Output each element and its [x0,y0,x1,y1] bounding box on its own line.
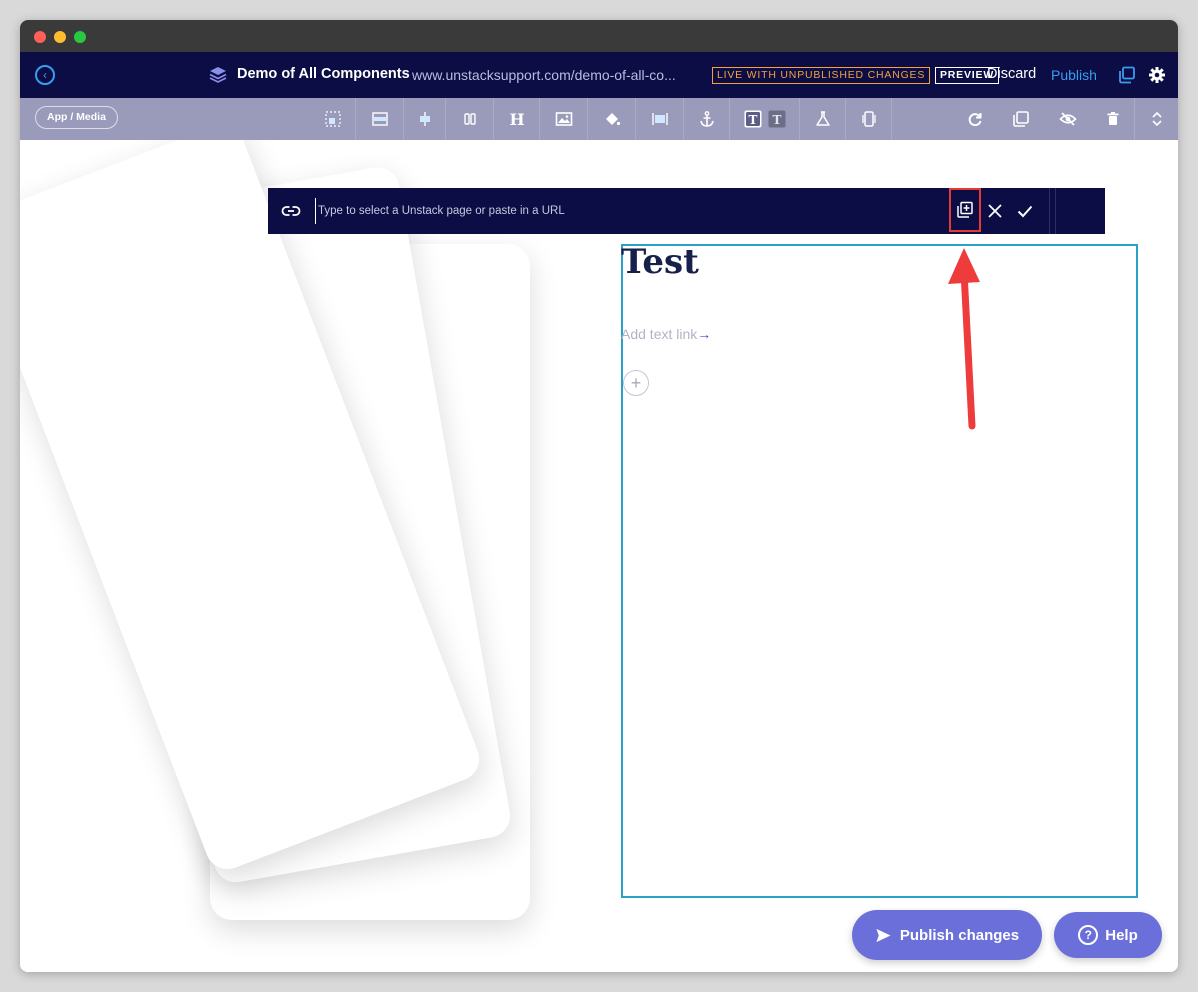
duplicate-icon [1013,111,1029,127]
copy-icon[interactable] [1118,66,1136,84]
mobile-icon [861,111,876,127]
image-icon [555,112,572,126]
paint-bucket-icon [605,113,620,126]
close-window-button[interactable] [34,31,46,43]
hide-button[interactable] [1044,98,1092,140]
reorder-button[interactable] [1134,98,1178,140]
new-tab-icon [957,201,973,218]
block-toolbar: App / Media H T T [20,98,1178,140]
link-icon [281,206,301,216]
back-button[interactable]: ‹ [35,65,55,85]
publish-button[interactable]: Publish [1051,67,1097,83]
delete-button[interactable] [1092,98,1134,140]
add-text-link[interactable]: Add text link→ [621,326,711,342]
heading-icon: H [509,110,524,128]
anchor-button[interactable] [683,98,729,140]
page-canvas: Test Add text link→ + Type to select a U… [20,140,1178,972]
image-button[interactable] [539,98,587,140]
close-icon[interactable] [985,201,1005,221]
duplicate-button[interactable] [998,98,1044,140]
arrow-right-icon: → [697,326,712,342]
link-editor-divider [1055,188,1056,234]
chevron-left-icon: ‹ [43,68,47,82]
send-icon [876,928,891,942]
selected-text-block[interactable] [621,244,1138,898]
layout-icon [325,111,341,127]
link-editor [268,188,1105,234]
page-url[interactable]: www.unstacksupport.com/demo-of-all-co... [412,67,676,83]
gear-icon[interactable] [1148,66,1166,84]
layers-icon [209,67,227,83]
columns-button[interactable] [445,98,493,140]
text-style-alt-icon: T [768,110,785,128]
section-button[interactable] [355,98,403,140]
anchor-icon [699,111,714,127]
question-icon: ? [1078,925,1099,945]
link-url-input[interactable] [315,198,915,224]
width-button[interactable] [635,98,683,140]
help-label: Help [1105,926,1138,944]
heading-button[interactable]: H [493,98,539,140]
svg-text:H: H [509,110,524,128]
refresh-icon [968,113,982,127]
link-editor-divider [1049,188,1050,234]
hide-icon [1059,112,1077,126]
check-icon[interactable] [1015,201,1035,221]
status-badge: LIVE WITH UNPUBLISHED CHANGES [712,67,931,84]
align-button[interactable] [403,98,445,140]
maximize-window-button[interactable] [74,31,86,43]
mobile-preview-button[interactable] [845,98,891,140]
layout-button[interactable] [311,98,355,140]
help-button[interactable]: ? Help [1054,912,1162,958]
toolbar-divider [891,98,892,140]
align-icon [419,112,430,126]
minimize-window-button[interactable] [54,31,66,43]
trash-icon [1107,112,1119,125]
text-link-label: Add text link [621,326,698,342]
experiment-button[interactable] [799,98,845,140]
svg-text:T: T [772,113,781,127]
page-title: Demo of All Components [237,66,410,82]
background-color-button[interactable] [587,98,635,140]
text-style-icon: T [744,110,761,128]
publish-changes-label: Publish changes [899,926,1020,944]
svg-text:T: T [748,113,757,127]
refresh-button[interactable] [952,98,998,140]
experiment-icon [815,111,830,126]
columns-icon [463,113,476,125]
publish-changes-button[interactable]: Publish changes [852,910,1042,960]
breadcrumb[interactable]: App / Media [35,106,118,129]
reorder-icon [1151,111,1162,127]
window-titlebar [20,20,1178,52]
app-window: ‹ Demo of All Components www.unstacksupp… [20,20,1178,972]
section-icon [371,112,388,126]
editor-header: ‹ Demo of All Components www.unstacksupp… [20,52,1178,98]
plus-icon: + [630,373,642,393]
open-in-new-tab-button[interactable] [949,188,981,232]
block-heading[interactable]: Test [621,242,699,282]
discard-button[interactable]: Discard [987,66,1036,82]
add-element-button[interactable]: + [623,370,649,396]
text-style-button[interactable]: T T [729,98,799,140]
width-icon [651,113,668,125]
